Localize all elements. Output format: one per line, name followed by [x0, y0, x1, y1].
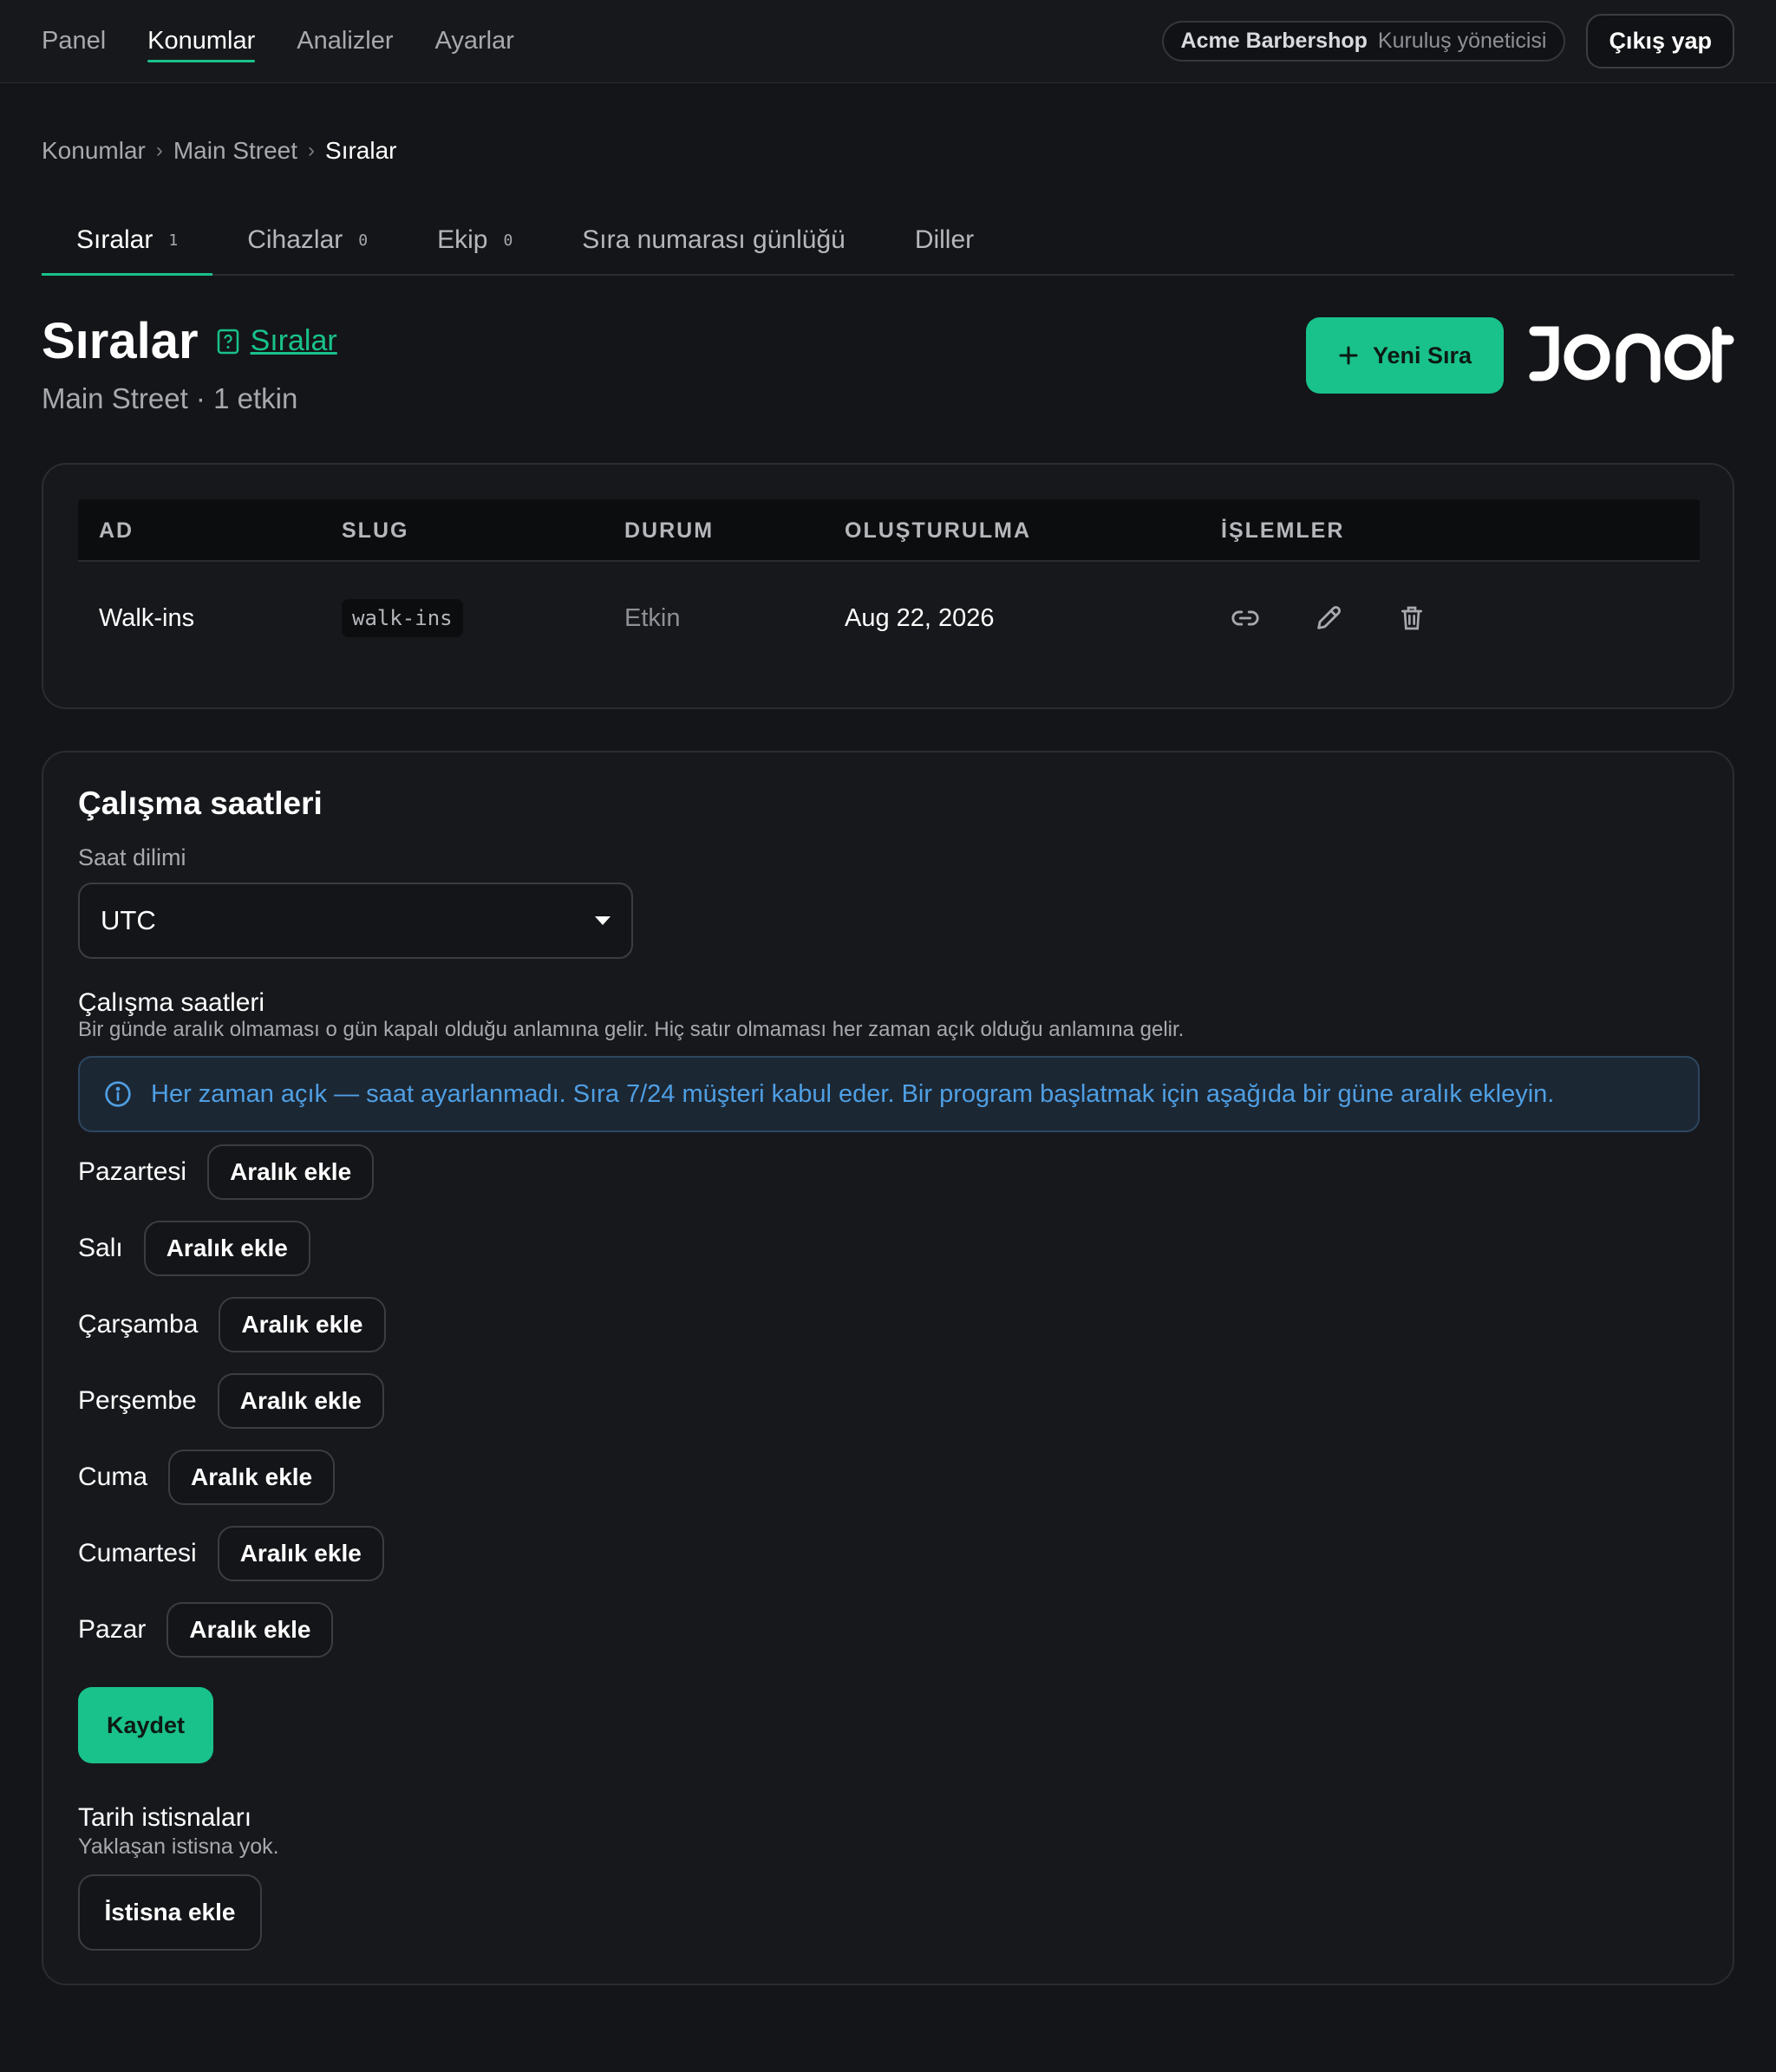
alert-message: Her zaman açık — saat ayarlanmadı. Sıra … — [151, 1079, 1555, 1108]
column-header-slug: SLUG — [342, 518, 409, 543]
nav-item-konumlar[interactable]: Konumlar — [147, 20, 256, 62]
tab-label: Sıralar — [76, 225, 153, 254]
day-row-tuesday: Salı Aralık ekle — [78, 1210, 386, 1287]
info-icon — [105, 1081, 131, 1107]
column-header-name: AD — [99, 518, 134, 543]
working-hours-card: Çalışma saatleri Saat dilimi UTC Çalışma… — [42, 751, 1734, 1985]
breadcrumb-current: Sıralar — [325, 137, 397, 164]
day-name: Cuma — [78, 1463, 148, 1491]
nav-item-ayarlar[interactable]: Ayarlar — [435, 20, 514, 62]
logout-button[interactable]: Çıkış yap — [1586, 14, 1734, 68]
page-subtitle: Main Street · 1 etkin — [42, 382, 298, 414]
day-row-friday: Cuma Aralık ekle — [78, 1439, 386, 1515]
timezone-value: UTC — [101, 905, 156, 935]
schedule-description: Bir günde aralık olmaması o gün kapalı o… — [78, 1018, 1185, 1041]
column-header-created: OLUŞTURULMA — [845, 518, 1032, 543]
tab-cihazlar[interactable]: Cihazlar 0 — [212, 225, 402, 274]
link-icon[interactable] — [1228, 601, 1263, 635]
exceptions-title: Tarih istisnaları — [78, 1803, 252, 1832]
table-row: Walk-ins walk-ins Etkin Aug 22, 2026 — [78, 562, 1700, 674]
top-navigation-bar: Panel Konumlar Analizler Ayarlar Acme Ba… — [0, 0, 1776, 83]
add-range-button[interactable]: Aralık ekle — [143, 1221, 310, 1276]
day-row-saturday: Cumartesi Aralık ekle — [78, 1515, 386, 1592]
tab-count-badge: 0 — [503, 231, 513, 250]
working-hours-title: Çalışma saatleri — [78, 785, 323, 821]
day-row-thursday: Perşembe Aralık ekle — [78, 1363, 386, 1439]
save-button[interactable]: Kaydet — [78, 1687, 213, 1763]
queue-status: Etkin — [624, 603, 681, 632]
schedule-title: Çalışma saatleri — [78, 988, 265, 1017]
page-header: Sıralar Sıralar Main Street · 1 etkin — [42, 312, 337, 415]
brand-logo — [1529, 326, 1734, 383]
tab-ekip[interactable]: Ekip 0 — [402, 225, 547, 274]
day-row-monday: Pazartesi Aralık ekle — [78, 1134, 386, 1210]
caret-down-icon — [595, 916, 610, 925]
new-queue-button-label: Yeni Sıra — [1372, 342, 1472, 368]
help-document-icon — [217, 329, 238, 354]
tab-label: Sıra numarası günlüğü — [582, 225, 846, 254]
main-nav: Panel Konumlar Analizler Ayarlar — [42, 0, 514, 82]
user-role: Kuruluş yöneticisi — [1377, 29, 1547, 53]
queue-created-date: Aug 22, 2026 — [845, 603, 995, 632]
organization-badge: Acme Barbershop Kuruluş yöneticisi — [1161, 21, 1566, 62]
tab-label: Ekip — [437, 225, 488, 254]
always-open-alert: Her zaman açık — saat ayarlanmadı. Sıra … — [78, 1056, 1700, 1132]
timezone-select[interactable]: UTC — [78, 883, 633, 959]
tab-label: Diller — [914, 225, 975, 254]
timezone-label: Saat dilimi — [78, 844, 186, 870]
plus-icon — [1339, 346, 1358, 365]
tab-count-badge: 1 — [168, 231, 179, 250]
day-name: Salı — [78, 1234, 123, 1262]
add-range-button[interactable]: Aralık ekle — [168, 1450, 336, 1505]
tab-sira-numarasi-gunlugu[interactable]: Sıra numarası günlüğü — [547, 225, 880, 274]
help-link-label: Sıralar — [250, 324, 337, 357]
breadcrumb-main-street[interactable]: Main Street — [173, 137, 297, 165]
weekday-list: Pazartesi Aralık ekle Salı Aralık ekle Ç… — [78, 1134, 386, 1668]
queue-name: Walk-ins — [99, 603, 195, 632]
organization-name: Acme Barbershop — [1180, 29, 1368, 53]
add-range-button[interactable]: Aralık ekle — [166, 1602, 334, 1658]
tab-diller[interactable]: Diller — [880, 225, 1009, 274]
table-header: AD SLUG DURUM OLUŞTURULMA İŞLEMLER — [78, 499, 1700, 562]
edit-pencil-icon[interactable] — [1311, 601, 1346, 635]
breadcrumb-separator-icon: › — [155, 139, 163, 162]
day-row-wednesday: Çarşamba Aralık ekle — [78, 1287, 386, 1363]
add-range-button[interactable]: Aralık ekle — [217, 1526, 384, 1581]
nav-item-panel[interactable]: Panel — [42, 20, 106, 62]
queue-slug: walk-ins — [342, 599, 463, 637]
help-link[interactable]: Sıralar — [216, 324, 337, 358]
breadcrumb-separator-icon: › — [308, 139, 316, 162]
nav-item-analizler[interactable]: Analizler — [297, 20, 393, 62]
exceptions-description: Yaklaşan istisna yok. — [78, 1834, 279, 1859]
column-header-actions: İŞLEMLER — [1221, 518, 1345, 543]
breadcrumb-konumlar[interactable]: Konumlar — [42, 137, 146, 165]
day-row-sunday: Pazar Aralık ekle — [78, 1592, 386, 1668]
day-name: Pazar — [78, 1615, 147, 1644]
tab-siralar[interactable]: Sıralar 1 — [42, 225, 213, 276]
new-queue-button[interactable]: Yeni Sıra — [1306, 317, 1504, 394]
tab-count-badge: 0 — [358, 231, 369, 250]
breadcrumb: Konumlar › Main Street › Sıralar — [42, 137, 396, 165]
add-range-button[interactable]: Aralık ekle — [217, 1373, 384, 1429]
day-name: Cumartesi — [78, 1539, 197, 1567]
queues-table-card: AD SLUG DURUM OLUŞTURULMA İŞLEMLER Walk-… — [42, 463, 1734, 709]
location-tabs: Sıralar 1 Cihazlar 0 Ekip 0 Sıra numaras… — [42, 208, 1734, 276]
add-exception-button[interactable]: İstisna ekle — [78, 1874, 262, 1951]
column-header-status: DURUM — [624, 518, 715, 543]
day-name: Pazartesi — [78, 1157, 187, 1186]
add-range-button[interactable]: Aralık ekle — [219, 1297, 386, 1352]
tab-label: Cihazlar — [247, 225, 343, 254]
day-name: Perşembe — [78, 1386, 197, 1415]
page-title: Sıralar — [42, 313, 199, 369]
add-range-button[interactable]: Aralık ekle — [207, 1144, 375, 1200]
day-name: Çarşamba — [78, 1310, 199, 1339]
trash-icon[interactable] — [1394, 601, 1429, 635]
